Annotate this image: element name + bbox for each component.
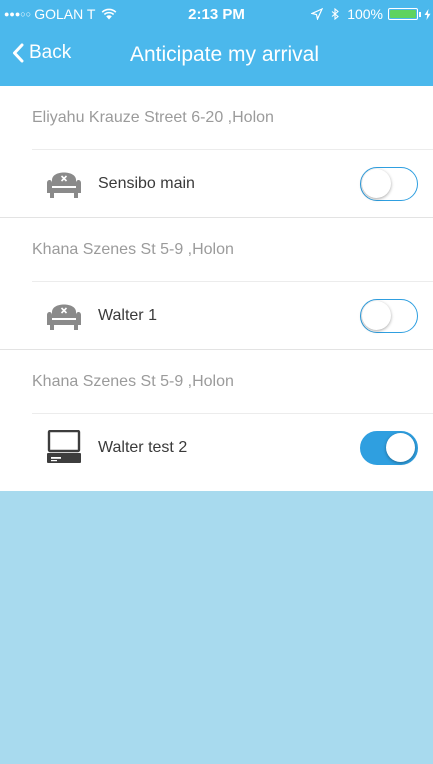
status-bar: ●●●○○ GOLAN T 2:13 PM 100% — [0, 0, 433, 26]
device-name: Walter test 2 — [98, 439, 188, 456]
status-right: 100% — [311, 6, 431, 22]
location-group: Khana Szenes St 5-9 ,Holon Walter test 2 — [0, 350, 433, 481]
device-name: Walter 1 — [98, 307, 157, 324]
device-row: Walter test 2 — [32, 413, 433, 481]
location-arrow-icon — [311, 8, 324, 20]
toggle-knob — [386, 433, 415, 462]
computer-icon — [47, 430, 81, 463]
nav-bar: Back Anticipate my arrival — [0, 26, 433, 86]
toggle-knob — [362, 301, 391, 330]
device-list: Eliyahu Krauze Street 6-20 ,Holon Sensib… — [0, 86, 433, 481]
header: ●●●○○ GOLAN T 2:13 PM 100% Back Anticipa… — [0, 0, 433, 86]
location-group: Eliyahu Krauze Street 6-20 ,Holon Sensib… — [0, 86, 433, 217]
device-name: Sensibo main — [98, 175, 195, 192]
bluetooth-icon — [331, 8, 340, 20]
location-address: Eliyahu Krauze Street 6-20 ,Holon — [32, 109, 274, 126]
page-title: Anticipate my arrival — [129, 43, 320, 66]
arrival-toggle[interactable] — [360, 299, 418, 333]
armchair-icon — [47, 172, 81, 198]
arrival-toggle[interactable] — [360, 431, 418, 465]
charging-icon — [424, 8, 431, 20]
toggle-knob — [362, 169, 391, 198]
location-group: Khana Szenes St 5-9 ,Holon Walter 1 — [0, 218, 433, 349]
arrival-toggle[interactable] — [360, 167, 418, 201]
device-row: Sensibo main — [32, 149, 433, 217]
location-address: Khana Szenes St 5-9 ,Holon — [32, 373, 234, 390]
armchair-icon — [47, 304, 81, 330]
battery-percent: 100% — [347, 6, 383, 22]
location-address: Khana Szenes St 5-9 ,Holon — [32, 241, 234, 258]
device-row: Walter 1 — [32, 281, 433, 349]
empty-area — [0, 491, 433, 764]
battery-icon — [388, 8, 421, 20]
